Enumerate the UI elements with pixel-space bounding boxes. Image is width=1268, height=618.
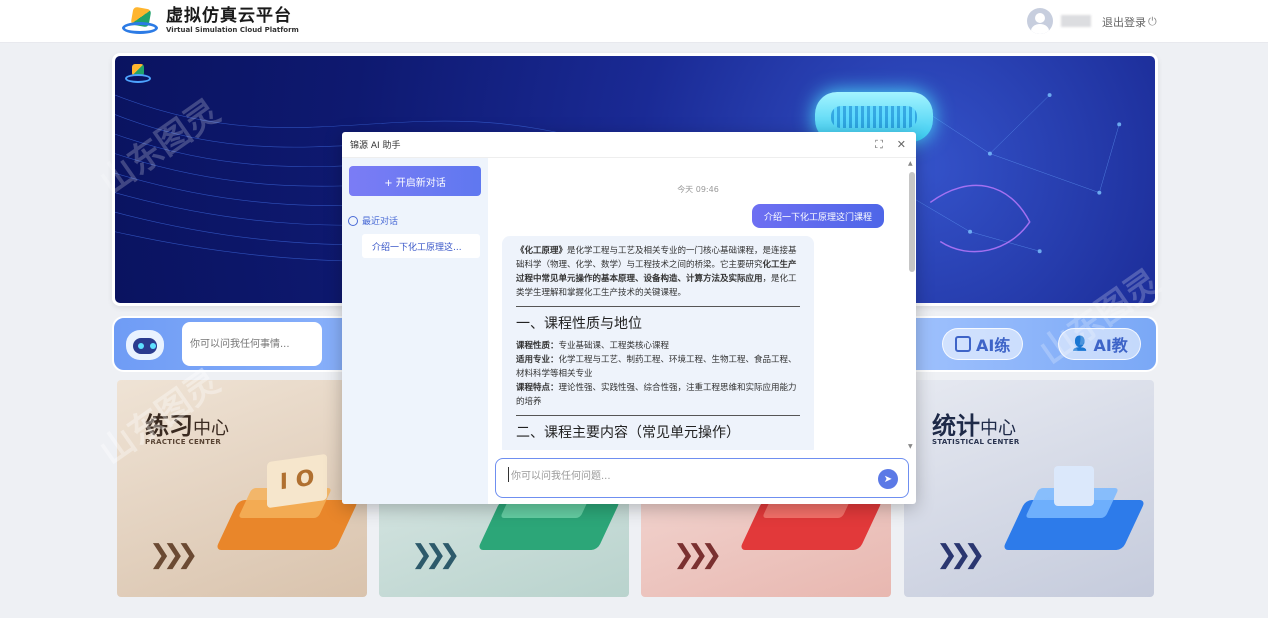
chat-messages: 今天 09:46 介绍一下化工原理这门课程 《化工原理》是化学工程与工艺及相关专…	[488, 158, 908, 450]
ai-practice-label: AI练	[976, 336, 1011, 355]
divider	[516, 415, 800, 416]
history-item[interactable]: 介绍一下化工原理这...	[362, 234, 480, 258]
cube-icon	[1054, 466, 1094, 506]
platform-subtitle: Virtual Simulation Cloud Platform	[166, 26, 299, 34]
ai-practice-button[interactable]: AI练	[942, 328, 1024, 360]
ai-assistant-dialog: 锦源 AI 助手 ⛶ ✕ + 开启新对话 最近对话 介绍一下化工原理这... 今…	[342, 132, 916, 504]
recent-chats-header: 最近对话	[348, 214, 398, 227]
course-major: 适用专业：化学工程与工艺、制药工程、环境工程、生物工程、食品工程、材料科学等相关…	[516, 355, 797, 379]
dialog-sidebar: + 开启新对话 最近对话 介绍一下化工原理这...	[342, 158, 488, 504]
ai-teach-button[interactable]: 👤 AI教	[1058, 328, 1141, 360]
statistical-center-card[interactable]: 统计中心 STATISTICAL CENTER ❯❯❯	[904, 380, 1154, 597]
user-message: 介绍一下化工原理这门课程	[751, 204, 884, 228]
arrow-right-icon: ❯❯❯	[411, 540, 460, 570]
platform-title: 虚拟仿真云平台	[166, 6, 292, 26]
scroll-up-icon[interactable]: ▲	[908, 160, 913, 167]
close-icon[interactable]: ✕	[897, 138, 906, 152]
ai-heading-1: 一、课程性质与地位	[516, 316, 642, 332]
card-title: 统计中心	[932, 412, 1016, 440]
search-input[interactable]	[182, 322, 322, 366]
teacher-icon: 👤	[1071, 336, 1089, 352]
chat-input-placeholder: 你可以问我任何问题...	[508, 467, 611, 482]
logout-label: 退出登录	[1102, 16, 1146, 29]
course-feature: 课程特点：理论性强、实践性强、综合性强，注重工程思维和实际应用能力的培养	[516, 383, 797, 407]
scroll-thumb[interactable]	[909, 172, 915, 272]
ai-teach-label: AI教	[1093, 336, 1128, 355]
chat-panel: 今天 09:46 介绍一下化工原理这门课程 《化工原理》是化学工程与工艺及相关专…	[488, 158, 916, 504]
ai-heading-2: 二、课程主要内容（常见单元操作）	[516, 425, 740, 441]
username-blurred	[1061, 15, 1091, 27]
card-title: 练习中心	[145, 412, 229, 440]
card-subtitle: PRACTICE CENTER	[145, 438, 222, 446]
io-board-icon: I O	[267, 453, 327, 509]
message-timestamp: 今天 09:46	[677, 185, 719, 194]
clock-icon	[348, 215, 358, 226]
arrow-right-icon: ❯❯❯	[149, 540, 198, 570]
divider	[516, 306, 800, 307]
send-icon[interactable]: ➤	[878, 469, 898, 489]
ai-response: 《化工原理》是化学工程与工艺及相关专业的一门核心基础课程，是连接基础科学（物理、…	[502, 236, 814, 450]
avatar[interactable]	[1027, 8, 1053, 34]
ai-intro: 《化工原理》是化学工程与工艺及相关专业的一门核心基础课程，是连接基础科学（物理、…	[516, 246, 797, 298]
card-subtitle: STATISTICAL CENTER	[932, 438, 1020, 446]
chat-input-box[interactable]: 你可以问我任何问题... ➤	[495, 458, 909, 498]
banner-logo-icon	[125, 64, 151, 86]
fullscreen-icon[interactable]: ⛶	[875, 138, 883, 152]
platform-logo[interactable]: 虚拟仿真云平台 Virtual Simulation Cloud Platfor…	[120, 6, 299, 36]
book-icon	[955, 336, 971, 352]
new-chat-button[interactable]: + 开启新对话	[349, 166, 481, 196]
arrow-right-icon: ❯❯❯	[673, 540, 722, 570]
dialog-title: 锦源 AI 助手	[350, 141, 401, 151]
practice-center-card[interactable]: 练习中心 PRACTICE CENTER I O ❯❯❯	[117, 380, 367, 597]
logo-icon	[120, 6, 160, 36]
top-header: 虚拟仿真云平台 Virtual Simulation Cloud Platfor…	[0, 0, 1268, 43]
scroll-down-icon[interactable]: ▼	[908, 443, 913, 450]
chat-scrollbar[interactable]: ▲ ▼	[908, 160, 916, 450]
robot-icon	[122, 324, 168, 364]
logout-button[interactable]: 退出登录 ⏻	[1102, 14, 1157, 30]
power-icon: ⏻	[1148, 15, 1157, 28]
dialog-header: 锦源 AI 助手 ⛶ ✕	[342, 132, 916, 158]
course-nature: 课程性质：专业基础课、工程类核心课程	[516, 341, 670, 351]
recent-label: 最近对话	[362, 217, 399, 227]
arrow-right-icon: ❯❯❯	[936, 540, 985, 570]
